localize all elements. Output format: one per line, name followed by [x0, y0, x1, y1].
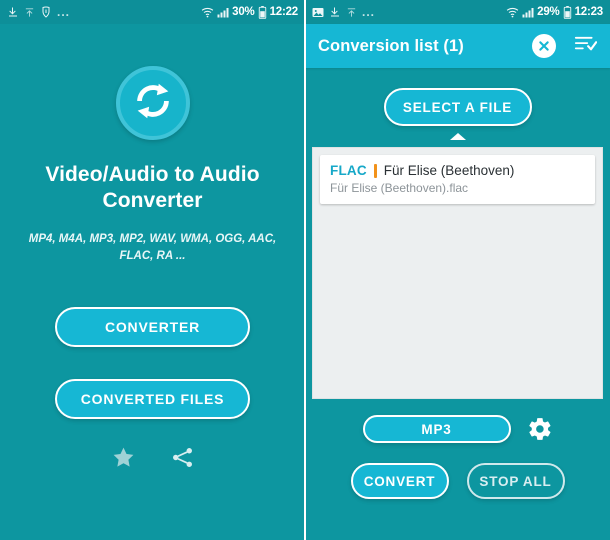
close-icon[interactable]	[532, 34, 556, 58]
select-a-file-button[interactable]: SELECT A FILE	[383, 88, 532, 126]
battery-icon	[563, 5, 572, 19]
upload-arrow-icon	[24, 7, 35, 18]
left-bottom-icon-row	[0, 445, 305, 470]
left-status-bar: ... 30% 12:22	[0, 0, 305, 24]
app-bar-title: Conversion list (1)	[318, 36, 464, 55]
image-icon	[312, 7, 324, 18]
convert-refresh-icon	[130, 78, 176, 129]
gear-icon[interactable]	[527, 416, 553, 442]
left-status-icons: ...	[7, 6, 201, 18]
file-name-label: Für Elise (Beethoven).flac	[330, 181, 469, 195]
app-bar-actions	[532, 34, 598, 58]
file-title-row: FLAC Für Elise (Beethoven)	[330, 163, 585, 178]
clock-label: 12:22	[269, 6, 299, 18]
download-arrow-icon	[329, 6, 341, 18]
file-display-title: Für Elise (Beethoven)	[383, 163, 515, 178]
panel-divider	[304, 0, 306, 540]
left-phone-screen: ... 30% 12:22 Video/Audio to Audio Conve…	[0, 0, 305, 540]
signal-icon	[522, 7, 534, 18]
output-format-row: MP3	[305, 415, 610, 443]
battery-icon	[258, 5, 267, 19]
converter-button[interactable]: CONVERTER	[55, 306, 250, 347]
wifi-icon	[201, 7, 214, 18]
app-logo-wrap	[0, 66, 305, 140]
right-status-right: 29% 12:23	[506, 5, 604, 19]
download-arrow-icon	[7, 6, 19, 18]
overflow-dots-icon: ...	[362, 5, 376, 19]
list-check-icon[interactable]	[574, 35, 598, 58]
right-status-bar: ... 29% 12:23	[305, 0, 610, 24]
battery-percent-label: 29%	[537, 6, 560, 18]
conversion-list-area[interactable]: FLAC Für Elise (Beethoven) Für Elise (Be…	[312, 147, 603, 399]
app-bar: Conversion list (1)	[305, 24, 610, 68]
file-extension-label: FLAC	[330, 163, 367, 178]
separator-bar	[373, 163, 377, 178]
wifi-icon	[506, 7, 519, 18]
supported-formats-label: MP4, M4A, MP3, MP2, WAV, WMA, OGG, AAC, …	[28, 233, 277, 262]
battery-percent-label: 30%	[232, 6, 255, 18]
star-icon[interactable]	[111, 445, 136, 470]
page-title: Video/Audio to Audio Converter	[45, 163, 260, 212]
convert-button[interactable]: CONVERT	[350, 463, 449, 499]
left-status-right: 30% 12:22	[201, 5, 299, 19]
share-icon[interactable]	[170, 445, 195, 470]
dual-screenshot-stage: ... 30% 12:22 Video/Audio to Audio Conve…	[0, 0, 610, 540]
converted-files-button[interactable]: CONVERTED FILES	[55, 378, 250, 419]
right-status-icons: ...	[312, 6, 506, 18]
stop-all-button[interactable]: STOP ALL	[466, 463, 565, 499]
upload-arrow-icon	[346, 7, 357, 18]
shield-icon	[40, 6, 52, 18]
caret-up-icon	[449, 133, 466, 140]
action-button-row: CONVERT STOP ALL	[305, 463, 610, 499]
clock-label: 12:23	[574, 6, 604, 18]
select-file-wrap: SELECT A FILE	[305, 88, 610, 126]
signal-icon	[217, 7, 229, 18]
overflow-dots-icon: ...	[57, 5, 71, 19]
list-item[interactable]: FLAC Für Elise (Beethoven) Für Elise (Be…	[320, 155, 595, 204]
right-phone-screen: ... 29% 12:23 Conversion list (1) SELECT…	[305, 0, 610, 540]
output-format-button[interactable]: MP3	[362, 415, 511, 443]
app-logo	[115, 66, 190, 140]
